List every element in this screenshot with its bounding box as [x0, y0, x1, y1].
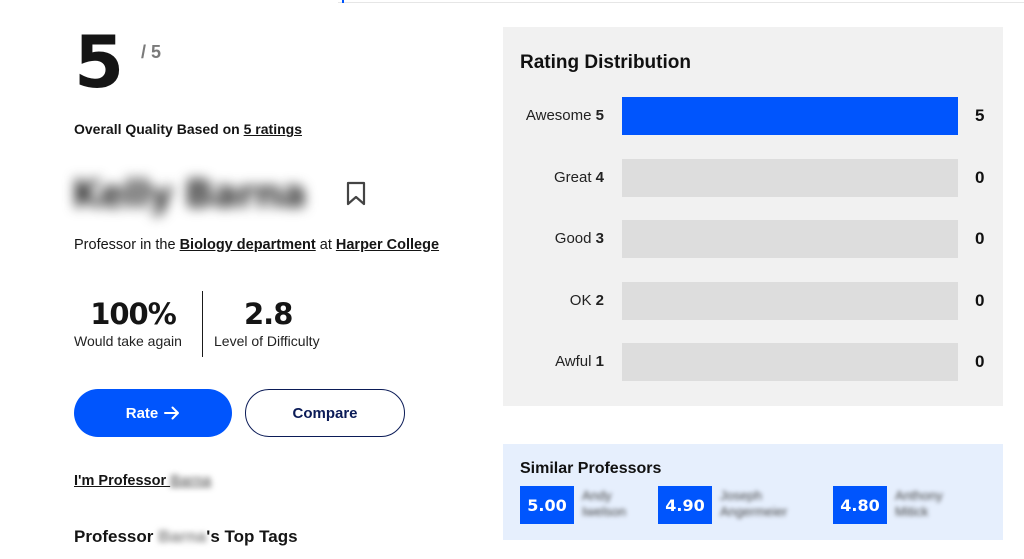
distribution-label-text: Awful	[555, 353, 592, 370]
rating-distribution-title: Rating Distribution	[520, 52, 691, 73]
distribution-row-good: Good 3 0	[503, 220, 1003, 258]
dept-prefix: Professor in the	[74, 237, 180, 253]
distribution-row-great: Great 4 0	[503, 159, 1003, 197]
distribution-label-num: 5	[595, 107, 604, 124]
similar-first-name: Joseph	[720, 488, 762, 503]
distribution-bar-track	[622, 343, 958, 381]
top-tags-prefix: Professor	[74, 527, 159, 546]
similar-professor-name: Joseph Angermeier	[720, 488, 787, 520]
rate-button-label: Rate	[125, 404, 159, 422]
distribution-label: Awful 1	[503, 353, 604, 370]
distribution-label: Good 3	[503, 230, 604, 247]
distribution-bar-track	[622, 97, 958, 135]
claim-prefix: I'm Professor	[74, 473, 171, 489]
claim-profile-link[interactable]: I'm Professor Barna	[74, 473, 211, 489]
professor-name: Kelly Barna	[72, 172, 307, 216]
would-take-again-stat: 100% Would take again	[74, 297, 192, 349]
distribution-label-num: 3	[595, 230, 604, 247]
top-tags-suffix: 's Top Tags	[206, 527, 298, 546]
similar-professors-panel: Similar Professors 5.00 Andy Iwelson 4.90…	[503, 444, 1003, 540]
distribution-row-ok: OK 2 0	[503, 282, 1003, 320]
distribution-label: OK 2	[503, 292, 604, 309]
top-tags-name: Barna	[158, 527, 207, 546]
distribution-row-awesome: Awesome 5 5	[503, 97, 1003, 135]
distribution-label-num: 1	[595, 353, 604, 370]
similar-professor-card[interactable]: 4.90 Joseph Angermeier	[658, 486, 808, 524]
similar-professor-name: Anthony Mitick	[895, 488, 943, 520]
department-link[interactable]: Biology department	[180, 237, 316, 253]
similar-professor-card[interactable]: 5.00 Andy Iwelson	[520, 486, 640, 524]
distribution-count: 0	[975, 229, 985, 248]
overall-quality-text: Overall Quality Based on 5 ratings	[74, 121, 302, 137]
distribution-label: Great 4	[503, 169, 604, 186]
distribution-label-text: Awesome	[525, 107, 592, 124]
compare-button[interactable]: Compare	[245, 389, 405, 437]
similar-professor-score: 4.80	[833, 486, 887, 524]
distribution-count: 0	[975, 291, 985, 310]
distribution-label: Awesome 5	[503, 107, 604, 124]
bookmark-icon[interactable]	[346, 181, 366, 207]
top-indicator	[342, 0, 344, 3]
difficulty-stat: 2.8 Level of Difficulty	[214, 297, 334, 349]
rate-button[interactable]: Rate	[74, 389, 232, 437]
distribution-bar-track	[622, 220, 958, 258]
distribution-label-text: Great	[553, 169, 592, 186]
distribution-count: 5	[975, 106, 985, 125]
similar-first-name: Andy	[582, 488, 612, 503]
distribution-count: 0	[975, 168, 985, 187]
difficulty-value: 2.8	[244, 297, 293, 331]
rating-distribution-panel: Rating Distribution Awesome 5 5 Great 4 …	[503, 27, 1003, 406]
distribution-label-num: 2	[595, 292, 604, 309]
similar-professor-score: 5.00	[520, 486, 574, 524]
similar-first-name: Anthony	[895, 488, 943, 503]
ratings-count-link[interactable]: 5 ratings	[244, 121, 302, 137]
stat-divider	[202, 291, 203, 357]
similar-last-name: Iwelson	[582, 504, 627, 519]
overall-quality-label: Overall Quality Based on	[74, 121, 244, 137]
would-take-again-value: 100%	[90, 297, 177, 331]
distribution-label-text: OK	[569, 292, 592, 309]
at-text: at	[315, 237, 336, 253]
similar-professor-card[interactable]: 4.80 Anthony Mitick	[833, 486, 963, 524]
similar-last-name: Mitick	[895, 504, 929, 519]
distribution-bar-fill	[622, 97, 958, 135]
arrow-right-icon	[164, 406, 180, 420]
distribution-label-text: Good	[554, 230, 592, 247]
would-take-again-label: Would take again	[74, 333, 182, 349]
top-tags-heading: Professor Barna's Top Tags	[74, 527, 298, 547]
top-border	[338, 0, 1024, 3]
distribution-bar-track	[622, 282, 958, 320]
similar-last-name: Angermeier	[720, 504, 788, 519]
school-link[interactable]: Harper College	[336, 237, 439, 253]
overall-score: 5	[74, 20, 124, 104]
distribution-row-awful: Awful 1 0	[503, 343, 1003, 381]
score-max: / 5	[141, 42, 162, 62]
distribution-count: 0	[975, 352, 985, 371]
difficulty-label: Level of Difficulty	[214, 333, 320, 349]
similar-professor-score: 4.90	[658, 486, 712, 524]
distribution-label-num: 4	[595, 169, 604, 186]
distribution-bar-track	[622, 159, 958, 197]
similar-professor-name: Andy Iwelson	[582, 488, 626, 520]
claim-name: Barna	[170, 473, 212, 489]
department-line: Professor in the Biology department at H…	[74, 237, 439, 253]
similar-professors-title: Similar Professors	[520, 460, 662, 477]
